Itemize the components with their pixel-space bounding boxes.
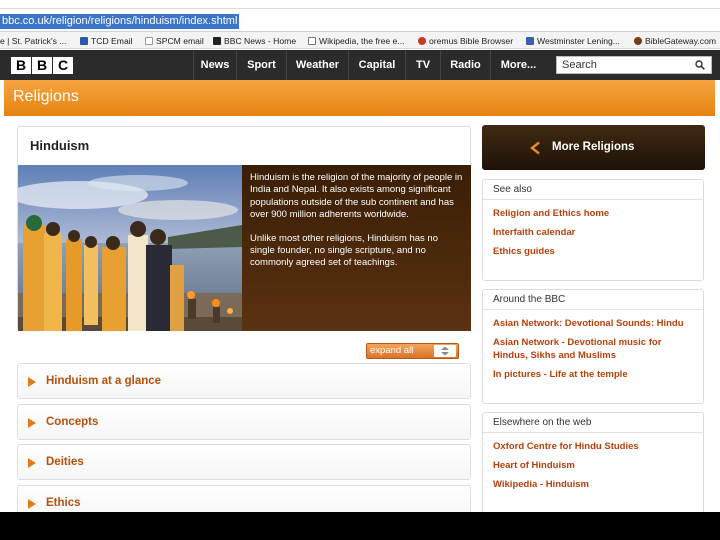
link-life-at-the-temple[interactable]: In pictures - Life at the temple [493,369,628,382]
nav-capital[interactable]: Capital [348,50,405,80]
accordion-label: Concepts [46,416,99,428]
bookmark-bbc-news[interactable]: BBC News - Home [213,35,296,47]
bookmark-tcd-email[interactable]: TCD Email [80,35,133,47]
bookmark-st-patricks[interactable]: e | St. Patrick's ... [0,35,66,47]
browser-window: bbc.co.uk/religion/religions/hinduism/in… [0,0,720,512]
religion-intro-panel: Hinduism Hinduism is the religion of the… [17,126,471,331]
divider [483,432,703,433]
hero-photo [18,165,242,331]
chevron-left-icon [530,141,540,155]
url-text[interactable]: bbc.co.uk/religion/religions/hinduism/in… [0,14,240,29]
intro-paragraph: Hinduism is the religion of the majority… [250,172,463,221]
elsewhere-web-box: Elsewhere on the web Oxford Centre for H… [482,412,704,512]
accordion-row-concepts[interactable]: Concepts [17,404,471,440]
around-bbc-box: Around the BBC Asian Network: Devotional… [482,289,704,404]
address-bar[interactable]: bbc.co.uk/religion/religions/hinduism/in… [0,8,720,32]
expand-arrow-icon [28,499,36,509]
bookmark-wikipedia[interactable]: Wikipedia, the free e... [308,35,405,47]
oremus-icon [418,37,426,45]
elsewhere-heading: Elsewhere on the web [493,417,592,428]
link-religion-ethics-home[interactable]: Religion and Ethics home [493,208,609,221]
search-input[interactable]: Search [556,56,712,74]
see-also-box: See also Religion and Ethics home Interf… [482,179,704,281]
nav-radio[interactable]: Radio [440,50,490,80]
link-oxford-centre[interactable]: Oxford Centre for Hindu Studies [493,441,639,454]
search-icon[interactable] [695,60,705,70]
accordion-label: Deities [46,456,84,468]
expand-arrow-icon [28,377,36,387]
bbc-logo-letter: B [11,57,31,74]
nav-weather[interactable]: Weather [286,50,348,80]
link-wikipedia-hinduism[interactable]: Wikipedia - Hinduism [493,479,589,492]
accordion-row-ethics[interactable]: Ethics [17,485,471,512]
nav-sport[interactable]: Sport [236,50,286,80]
divider [483,309,703,310]
link-asian-network-devotional-sounds[interactable]: Asian Network: Devotional Sounds: Hindu [493,318,684,331]
bbc-logo-letter: C [53,57,73,74]
section-header: Religions [4,80,715,116]
bookmark-biblegateway[interactable]: BibleGateway.com [634,35,716,47]
around-bbc-heading: Around the BBC [493,294,566,305]
nav-more[interactable]: More... [490,50,546,80]
westminster-icon [526,37,534,45]
accordion-label: Hinduism at a glance [46,375,162,387]
bbc-icon [213,37,221,45]
more-religions-label: More Religions [552,141,635,153]
accordion-row-at-a-glance[interactable]: Hinduism at a glance [17,363,471,399]
accordion-row-deities[interactable]: Deities [17,444,471,480]
section-title[interactable]: Religions [13,88,79,106]
nav-news[interactable]: News [193,50,236,80]
tcd-icon [80,37,88,45]
bbc-logo-letter: B [32,57,52,74]
nav-tv[interactable]: TV [405,50,440,80]
expand-arrow-icon [28,458,36,468]
more-religions-button[interactable]: More Religions [482,125,705,170]
link-asian-network-devotional-music[interactable]: Asian Network - Devotional music for Hin… [493,337,693,362]
search-placeholder: Search [562,59,597,71]
expand-arrows-icon [434,345,456,357]
bookmark-westminster[interactable]: Westminster Lening... [526,35,620,47]
bookmarks-bar: e | St. Patrick's ... TCD Email SPCM ema… [0,32,720,49]
expand-all-label: expand all [370,345,414,356]
page-icon [145,37,153,45]
bookmark-spcm-email[interactable]: SPCM email [145,35,204,47]
page-title: Hinduism [30,138,90,153]
see-also-heading: See also [493,184,532,195]
link-ethics-guides[interactable]: Ethics guides [493,246,555,259]
biblegateway-icon [634,37,642,45]
expand-arrow-icon [28,418,36,428]
link-interfaith-calendar[interactable]: Interfaith calendar [493,227,575,240]
bbc-nav-bar: B B C News Sport Weather Capital TV Radi… [0,50,720,80]
wikipedia-icon [308,37,316,45]
bookmark-oremus[interactable]: oremus Bible Browser [418,35,513,47]
intro-text: Hinduism is the religion of the majority… [242,165,471,331]
divider [483,199,703,200]
link-heart-of-hinduism[interactable]: Heart of Hinduism [493,460,575,473]
expand-all-button[interactable]: expand all [366,343,459,359]
intro-paragraph: Unlike most other religions, Hinduism ha… [250,232,438,269]
accordion-label: Ethics [46,497,81,509]
